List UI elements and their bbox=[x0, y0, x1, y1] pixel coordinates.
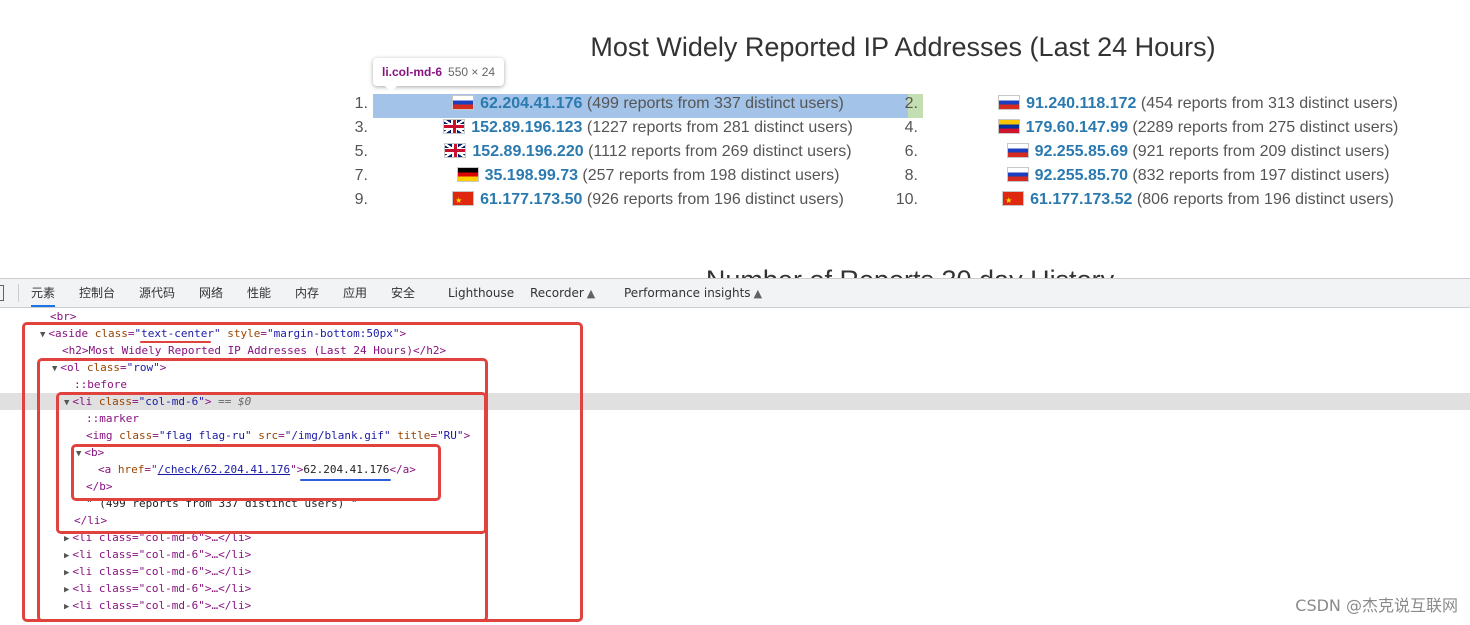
report-summary: (921 reports from 209 distinct users) bbox=[1127, 143, 1390, 160]
tab-performance-insights[interactable]: Performance insights ▲ bbox=[624, 279, 762, 307]
list-item-content: 35.198.99.73 (257 reports from 198 disti… bbox=[373, 164, 923, 188]
beaker-icon: ▲ bbox=[753, 287, 763, 300]
tab-performance[interactable]: 性能 bbox=[247, 279, 271, 307]
report-summary: (806 reports from 196 distinct users) bbox=[1132, 191, 1394, 208]
tab-console[interactable]: 控制台 bbox=[79, 279, 115, 307]
beaker-icon: ▲ bbox=[586, 287, 596, 300]
list-item-number: 5. bbox=[354, 143, 368, 160]
page-title: Most Widely Reported IP Addresses (Last … bbox=[590, 32, 1216, 62]
list-item-content: 61.177.173.50 (926 reports from 196 dist… bbox=[373, 188, 923, 213]
flag-ve-icon bbox=[997, 119, 1020, 134]
ip-link[interactable]: 152.89.196.123 bbox=[471, 119, 582, 136]
list-item-number: 1. bbox=[354, 95, 368, 112]
list-item-number: 7. bbox=[354, 167, 368, 184]
flag-ru-icon bbox=[1006, 143, 1029, 158]
list-item-number: 2. bbox=[904, 95, 918, 112]
tooltip-size: 550 × 24 bbox=[448, 65, 496, 79]
ip-link[interactable]: 62.204.41.176 bbox=[480, 95, 582, 112]
devtools-panel: 元素 控制台 源代码 网络 性能 内存 应用 安全 Lighthouse Rec… bbox=[0, 278, 1470, 625]
flag-cn-icon bbox=[1002, 189, 1025, 213]
list-item-content: 61.177.173.52 (806 reports from 196 dist… bbox=[923, 188, 1470, 213]
list-item-content: 179.60.147.99 (2289 reports from 275 dis… bbox=[923, 116, 1470, 140]
list-item-content: 152.89.196.220 (1112 reports from 269 di… bbox=[373, 140, 923, 164]
flag-ru-icon bbox=[1006, 167, 1029, 182]
flag-ru-icon bbox=[998, 95, 1021, 110]
ip-link[interactable]: 92.255.85.70 bbox=[1035, 167, 1128, 184]
ip-link[interactable]: 35.198.99.73 bbox=[485, 167, 578, 184]
list-item-content: 152.89.196.123 (1227 reports from 281 di… bbox=[373, 116, 923, 140]
list-item-content: 92.255.85.69 (921 reports from 209 disti… bbox=[923, 140, 1470, 164]
tabbar-separator bbox=[18, 284, 19, 302]
report-summary: (257 reports from 198 distinct users) bbox=[577, 167, 840, 184]
ip-link[interactable]: 91.240.118.172 bbox=[1026, 95, 1136, 112]
devtools-tabbar: 元素 控制台 源代码 网络 性能 内存 应用 安全 Lighthouse Rec… bbox=[0, 279, 1470, 308]
report-summary: (2289 reports from 275 distinct users) bbox=[1127, 119, 1399, 136]
tab-recorder[interactable]: Recorder ▲ bbox=[530, 279, 595, 307]
report-summary: (499 reports from 337 distinct users) bbox=[582, 95, 844, 112]
list-item-content: 91.240.118.172 (454 reports from 313 dis… bbox=[923, 92, 1470, 116]
flag-cn-icon bbox=[452, 189, 475, 213]
list-item-number: 4. bbox=[904, 119, 918, 136]
report-summary: (1112 reports from 269 distinct users) bbox=[583, 143, 852, 160]
tab-sources[interactable]: 源代码 bbox=[139, 279, 175, 307]
tab-memory[interactable]: 内存 bbox=[295, 279, 319, 307]
flag-gb-icon bbox=[443, 119, 466, 134]
tab-lighthouse[interactable]: Lighthouse bbox=[448, 279, 514, 307]
annotation-box-b bbox=[71, 444, 441, 501]
tab-application[interactable]: 应用 bbox=[343, 279, 367, 307]
inspector-tooltip: li.col-md-6 550 × 24 bbox=[373, 58, 505, 92]
ip-link[interactable]: 61.177.173.52 bbox=[1030, 191, 1132, 208]
watermark: CSDN @杰克说互联网 bbox=[1295, 596, 1458, 615]
tooltip-tag: li.col-md-6 bbox=[382, 65, 443, 79]
report-summary: (926 reports from 196 distinct users) bbox=[582, 191, 844, 208]
report-summary: (454 reports from 313 distinct users) bbox=[1136, 95, 1398, 112]
ip-link[interactable]: 152.89.196.220 bbox=[472, 143, 583, 160]
list-item-number: 8. bbox=[904, 167, 918, 184]
dock-toggle-icon[interactable] bbox=[0, 285, 4, 301]
list-item-number: 9. bbox=[354, 191, 368, 208]
next-section-heading: Number of Reports 30 day History bbox=[560, 263, 1260, 278]
list-item-content: 62.204.41.176 (499 reports from 337 dist… bbox=[373, 92, 923, 116]
tab-security[interactable]: 安全 bbox=[391, 279, 415, 307]
flag-ru-icon bbox=[452, 95, 475, 110]
list-item-content: 92.255.85.70 (832 reports from 197 disti… bbox=[923, 164, 1470, 188]
flag-de-icon bbox=[456, 167, 479, 182]
flag-gb-icon bbox=[444, 143, 467, 158]
annotation-underline-text-center bbox=[140, 341, 211, 343]
ip-link[interactable]: 61.177.173.50 bbox=[480, 191, 582, 208]
tab-elements[interactable]: 元素 bbox=[31, 279, 56, 307]
ip-link[interactable]: 92.255.85.69 bbox=[1035, 143, 1128, 160]
annotation-underline-ip bbox=[300, 479, 391, 481]
ip-link[interactable]: 179.60.147.99 bbox=[1026, 119, 1128, 136]
list-item-number: 6. bbox=[904, 143, 918, 160]
list-item-number: 10. bbox=[895, 191, 918, 208]
list-item-number: 3. bbox=[354, 119, 368, 136]
tab-network[interactable]: 网络 bbox=[199, 279, 223, 307]
report-summary: (1227 reports from 281 distinct users) bbox=[582, 119, 853, 136]
report-summary: (832 reports from 197 distinct users) bbox=[1127, 167, 1390, 184]
